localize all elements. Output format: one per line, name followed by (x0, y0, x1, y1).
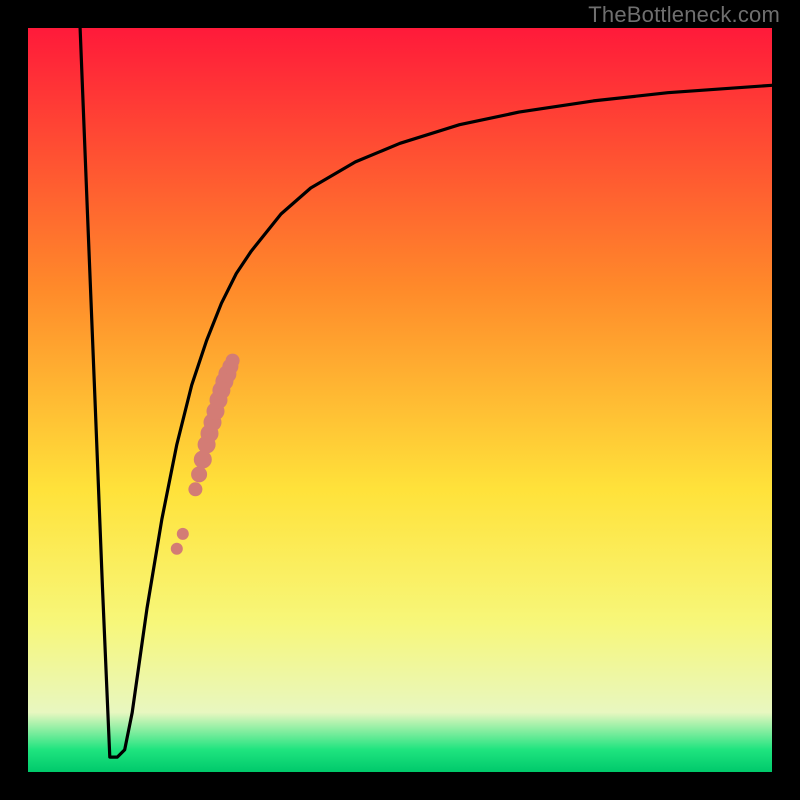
dot (171, 543, 183, 555)
dot (188, 482, 202, 496)
dot (226, 354, 240, 368)
chart-frame: TheBottleneck.com (0, 0, 800, 800)
bottleneck-chart (28, 28, 772, 772)
plot-area (28, 28, 772, 772)
dot (177, 528, 189, 540)
watermark-text: TheBottleneck.com (588, 2, 780, 28)
dot (191, 466, 207, 482)
